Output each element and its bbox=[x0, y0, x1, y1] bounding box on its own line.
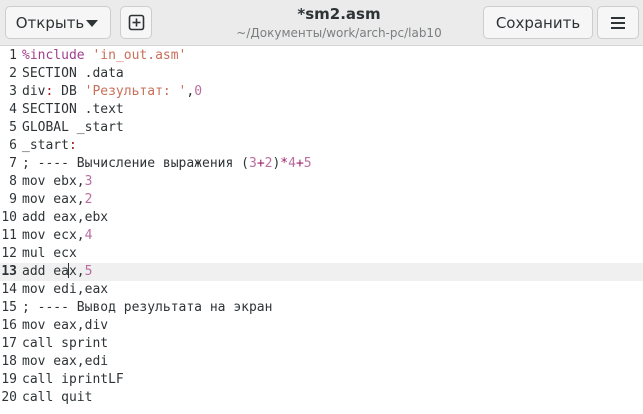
code-text[interactable]: call iprintLF bbox=[22, 371, 124, 389]
code-text[interactable]: mov ebx,3 bbox=[22, 173, 92, 191]
line-number: 11 bbox=[1, 228, 17, 243]
code-line[interactable]: 14 mov edi,eax bbox=[0, 281, 643, 299]
document-title: *sm2.asm bbox=[297, 5, 381, 23]
code-line[interactable]: 19 call iprintLF bbox=[0, 371, 643, 389]
code-line[interactable]: 17 call sprint bbox=[0, 335, 643, 353]
code-line[interactable]: 2 SECTION .data bbox=[0, 65, 643, 83]
code-text[interactable]: mov eax,2 bbox=[22, 191, 92, 209]
line-number: 7 bbox=[9, 156, 17, 171]
code-line[interactable]: 11 mov ecx,4 bbox=[0, 227, 643, 245]
code-text[interactable]: mul ecx bbox=[22, 245, 77, 263]
line-number: 19 bbox=[1, 372, 17, 387]
line-number: 10 bbox=[1, 210, 17, 225]
code-text[interactable]: mov edi,eax bbox=[22, 281, 108, 299]
line-number: 16 bbox=[1, 318, 17, 333]
code-line[interactable]: 7 ; ---- Вычисление выражения (3+2)*4+5 bbox=[0, 155, 643, 173]
line-number: 14 bbox=[1, 282, 17, 297]
code-line[interactable]: 10 add eax,ebx bbox=[0, 209, 643, 227]
hamburger-menu-icon bbox=[611, 16, 625, 29]
line-number: 3 bbox=[9, 84, 17, 99]
line-number: 1 bbox=[9, 48, 17, 63]
line-number: 2 bbox=[9, 66, 17, 81]
code-line[interactable]: 4 SECTION .text bbox=[0, 101, 643, 119]
code-text[interactable]: call quit bbox=[22, 389, 92, 407]
window-title-block: *sm2.asm ~/Документы/work/arch-pc/lab10 bbox=[200, 5, 478, 42]
line-number: 12 bbox=[1, 246, 17, 261]
code-text[interactable]: div: DB 'Результат: ',0 bbox=[22, 83, 202, 101]
menu-button[interactable] bbox=[597, 6, 639, 39]
code-text[interactable]: SECTION .data bbox=[22, 65, 124, 83]
header-bar: Открыть *sm2.asm ~/Документы/work/arch-p… bbox=[0, 0, 643, 46]
line-number: 6 bbox=[9, 138, 17, 153]
save-button-label: Сохранить bbox=[495, 13, 581, 32]
code-text[interactable]: mov ecx,4 bbox=[22, 227, 92, 245]
code-text[interactable]: call sprint bbox=[22, 335, 108, 353]
code-line[interactable]: 3 div: DB 'Результат: ',0 bbox=[0, 83, 643, 101]
code-line[interactable]: 16 mov eax,div bbox=[0, 317, 643, 335]
line-number: 5 bbox=[9, 120, 17, 135]
line-number: 17 bbox=[1, 336, 17, 351]
code-line[interactable]: 8 mov ebx,3 bbox=[0, 173, 643, 191]
line-number: 20 bbox=[1, 390, 17, 405]
chevron-down-icon bbox=[86, 20, 98, 27]
code-text[interactable]: _start: bbox=[22, 137, 77, 155]
text-cursor bbox=[68, 263, 70, 278]
document-path: ~/Документы/work/arch-pc/lab10 bbox=[236, 26, 442, 40]
code-line[interactable]: 15 ; ---- Вывод результата на экран bbox=[0, 299, 643, 317]
line-number: 13 bbox=[1, 264, 17, 279]
code-line[interactable]: 18 mov eax,edi bbox=[0, 353, 643, 371]
code-line[interactable]: 6 _start: bbox=[0, 137, 643, 155]
code-text[interactable]: mov eax,edi bbox=[22, 353, 108, 371]
line-number: 4 bbox=[9, 102, 17, 117]
open-button[interactable]: Открыть bbox=[5, 6, 111, 39]
save-button[interactable]: Сохранить bbox=[483, 6, 593, 39]
code-text[interactable]: %include 'in_out.asm' bbox=[22, 47, 186, 65]
code-line[interactable]: 12 mul ecx bbox=[0, 245, 643, 263]
code-text[interactable]: add eax,ebx bbox=[22, 209, 108, 227]
code-text[interactable]: ; ---- Вычисление выражения (3+2)*4+5 bbox=[22, 155, 312, 173]
code-line[interactable]: 5 GLOBAL _start bbox=[0, 119, 643, 137]
new-tab-button[interactable] bbox=[120, 6, 152, 39]
line-number: 9 bbox=[9, 192, 17, 207]
code-text[interactable]: ; ---- Вывод результата на экран bbox=[22, 299, 272, 317]
code-line[interactable]: 9 mov eax,2 bbox=[0, 191, 643, 209]
code-text[interactable]: mov eax,div bbox=[22, 317, 108, 335]
line-number: 8 bbox=[9, 174, 17, 189]
code-line[interactable]: 20 call quit bbox=[0, 389, 643, 407]
line-number: 15 bbox=[1, 300, 17, 315]
code-editor[interactable]: 1 %include 'in_out.asm' 2 SECTION .data 3 div… bbox=[0, 46, 643, 414]
code-text[interactable]: GLOBAL _start bbox=[22, 119, 124, 137]
code-line[interactable]: 13 add eax,5 bbox=[0, 263, 643, 281]
open-button-label: Открыть bbox=[15, 13, 85, 32]
line-number: 18 bbox=[1, 354, 17, 369]
new-tab-plus-icon bbox=[128, 14, 144, 31]
code-text[interactable]: add eax,5 bbox=[22, 263, 92, 281]
code-line[interactable]: 1 %include 'in_out.asm' bbox=[0, 47, 643, 65]
code-text[interactable]: SECTION .text bbox=[22, 101, 124, 119]
